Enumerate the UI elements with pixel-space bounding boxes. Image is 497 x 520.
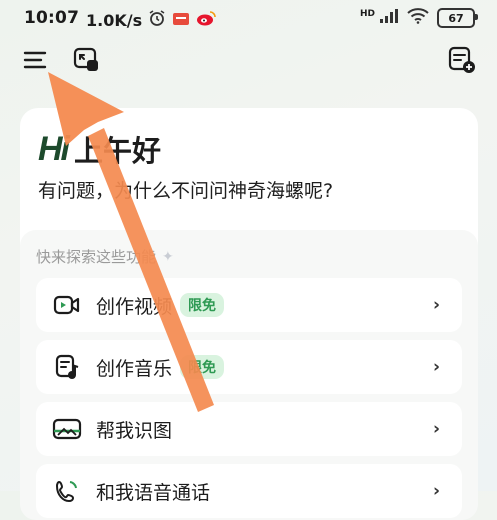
feature-item-image-recognition[interactable]: 帮我识图 › — [36, 402, 462, 456]
feature-label: 帮我识图 — [96, 419, 173, 442]
battery-icon: 67 — [437, 8, 478, 28]
weibo-icon — [196, 10, 216, 30]
menu-button[interactable] — [17, 42, 53, 78]
feature-label: 创作音乐 — [96, 357, 173, 380]
greeting-subtitle: 有问题，为什么不问问神奇海螺呢? — [38, 180, 334, 202]
feature-label: 和我语音通话 — [96, 481, 211, 504]
app-notification-icon — [172, 11, 190, 30]
music-note-icon — [52, 352, 82, 382]
wifi-icon — [407, 8, 429, 28]
free-badge: 限免 — [180, 293, 225, 317]
greeting: Hi 上午好 — [38, 128, 161, 170]
menu-icon — [23, 51, 47, 69]
signal-icon — [379, 8, 399, 28]
feature-item-voice-call[interactable]: 和我语音通话 › — [36, 464, 462, 518]
feature-panel-title: 快来探索这些功能 ✦ — [36, 246, 174, 267]
new-chat-icon — [448, 46, 475, 73]
chevron-right-icon: › — [432, 295, 440, 315]
pip-icon — [73, 47, 98, 71]
voice-call-icon — [52, 476, 82, 506]
image-icon — [52, 414, 82, 444]
video-icon — [52, 290, 82, 320]
feature-panel: 快来探索这些功能 ✦ 创作视频 限免 › 创作音乐 限免 › 帮我识图 › 和我… — [20, 230, 478, 520]
chevron-right-icon: › — [432, 419, 440, 439]
status-time: 10:07 — [24, 8, 80, 28]
feature-label: 创作视频 — [96, 295, 173, 318]
feature-panel-title-text: 快来探索这些功能 — [36, 248, 157, 266]
status-bar: 10:07 1.0K/s HD 67 — [0, 0, 497, 36]
hd-label: HD — [359, 9, 375, 19]
status-right-icons: HD 67 — [359, 8, 478, 28]
hi-logo: Hi — [38, 129, 70, 168]
sparkle-icon: ✦ — [162, 248, 174, 265]
status-left-icons: 1.0K/s — [86, 9, 216, 31]
chevron-right-icon: › — [432, 481, 440, 501]
chevron-right-icon: › — [432, 357, 440, 377]
feature-item-create-video[interactable]: 创作视频 限免 › — [36, 278, 462, 332]
feature-item-create-music[interactable]: 创作音乐 限免 › — [36, 340, 462, 394]
alarm-icon — [148, 9, 166, 31]
free-badge: 限免 — [180, 355, 225, 379]
new-chat-button[interactable] — [444, 42, 480, 78]
greeting-text: 上午好 — [74, 134, 162, 168]
picture-in-picture-button[interactable] — [68, 42, 104, 78]
home-card: Hi 上午好 有问题，为什么不问问神奇海螺呢? 快来探索这些功能 ✦ 创作视频 … — [20, 108, 478, 520]
network-speed: 1.0K/s — [86, 10, 143, 30]
